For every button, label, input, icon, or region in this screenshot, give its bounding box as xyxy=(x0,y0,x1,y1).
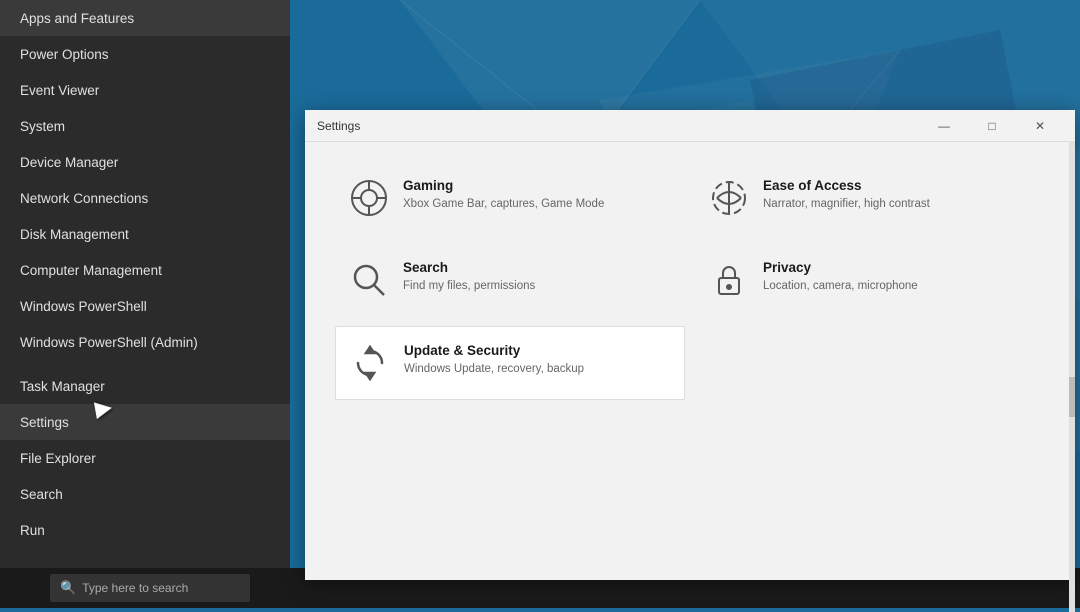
settings-text-search: Search Find my files, permissions xyxy=(403,260,535,294)
settings-item-gaming[interactable]: Gaming Xbox Game Bar, captures, Game Mode xyxy=(335,162,685,234)
maximize-button[interactable]: □ xyxy=(969,110,1015,142)
settings-text-ease-of-access: Ease of Access Narrator, magnifier, high … xyxy=(763,178,930,212)
settings-window: Settings — □ ✕ Gaming Xbox Game Bar, capt… xyxy=(305,110,1075,580)
minimize-button[interactable]: — xyxy=(921,110,967,142)
settings-title: Settings xyxy=(317,119,360,133)
menu-item-network-connections[interactable]: Network Connections xyxy=(0,180,290,216)
menu-item-label: Event Viewer xyxy=(20,83,99,98)
menu-item-disk-management[interactable]: Disk Management xyxy=(0,216,290,252)
settings-content: Gaming Xbox Game Bar, captures, Game Mode… xyxy=(305,142,1075,580)
scroll-thumb xyxy=(1069,377,1075,417)
ease-icon xyxy=(709,178,749,218)
settings-item-description: Narrator, magnifier, high contrast xyxy=(763,196,930,212)
search-icon: 🔍 xyxy=(60,580,76,596)
titlebar-controls: — □ ✕ xyxy=(921,110,1063,142)
settings-grid: Gaming Xbox Game Bar, captures, Game Mode… xyxy=(335,162,1045,400)
settings-item-description: Windows Update, recovery, backup xyxy=(404,361,584,377)
menu-item-label: Computer Management xyxy=(20,263,162,278)
menu-item-label: Power Options xyxy=(20,47,109,62)
scroll-indicator xyxy=(1069,142,1075,612)
settings-item-update-security[interactable]: Update & Security Windows Update, recover… xyxy=(335,326,685,400)
settings-item-search[interactable]: Search Find my files, permissions xyxy=(335,244,685,316)
settings-item-title: Gaming xyxy=(403,178,604,193)
menu-item-task-manager[interactable]: Task Manager xyxy=(0,368,290,404)
menu-item-settings[interactable]: Settings xyxy=(0,404,290,440)
menu-item-label: Windows PowerShell (Admin) xyxy=(20,335,198,350)
search-text: Type here to search xyxy=(82,581,188,595)
taskbar-search[interactable]: 🔍 Type here to search xyxy=(50,574,250,602)
menu-item-shut-down[interactable]: Shut down or sign out › xyxy=(0,556,290,568)
menu-item-event-viewer[interactable]: Event Viewer xyxy=(0,72,290,108)
menu-item-apps-features[interactable]: Apps and Features xyxy=(0,0,290,36)
settings-item-title: Privacy xyxy=(763,260,918,275)
menu-item-label: Disk Management xyxy=(20,227,129,242)
settings-item-description: Find my files, permissions xyxy=(403,278,535,294)
settings-item-description: Location, camera, microphone xyxy=(763,278,918,294)
settings-text-update-security: Update & Security Windows Update, recover… xyxy=(404,343,584,377)
menu-item-windows-powershell[interactable]: Windows PowerShell xyxy=(0,288,290,324)
settings-text-gaming: Gaming Xbox Game Bar, captures, Game Mode xyxy=(403,178,604,212)
context-menu: Apps and Features Power Options Event View… xyxy=(0,0,290,568)
menu-item-label: Task Manager xyxy=(20,379,105,394)
menu-item-label: File Explorer xyxy=(20,451,96,466)
menu-item-label: Shut down or sign out xyxy=(20,567,151,569)
privacy-icon xyxy=(709,260,749,300)
menu-item-label: System xyxy=(20,119,65,134)
chevron-right-icon: › xyxy=(266,567,270,568)
menu-item-power-options[interactable]: Power Options xyxy=(0,36,290,72)
search-icon xyxy=(349,260,389,300)
settings-item-privacy[interactable]: Privacy Location, camera, microphone xyxy=(695,244,1045,316)
settings-titlebar: Settings — □ ✕ xyxy=(305,110,1075,142)
close-button[interactable]: ✕ xyxy=(1017,110,1063,142)
gaming-icon xyxy=(349,178,389,218)
settings-item-title: Ease of Access xyxy=(763,178,930,193)
menu-item-label: Run xyxy=(20,523,45,538)
settings-item-description: Xbox Game Bar, captures, Game Mode xyxy=(403,196,604,212)
menu-item-label: Windows PowerShell xyxy=(20,299,147,314)
menu-item-search[interactable]: Search xyxy=(0,476,290,512)
menu-item-label: Device Manager xyxy=(20,155,118,170)
menu-item-label: Apps and Features xyxy=(20,11,134,26)
menu-item-windows-powershell-admin[interactable]: Windows PowerShell (Admin) xyxy=(0,324,290,360)
menu-item-run[interactable]: Run xyxy=(0,512,290,548)
menu-item-device-manager[interactable]: Device Manager xyxy=(0,144,290,180)
menu-item-system[interactable]: System xyxy=(0,108,290,144)
settings-text-privacy: Privacy Location, camera, microphone xyxy=(763,260,918,294)
menu-item-label: Settings xyxy=(20,415,69,430)
settings-item-ease-of-access[interactable]: Ease of Access Narrator, magnifier, high … xyxy=(695,162,1045,234)
settings-item-title: Update & Security xyxy=(404,343,584,358)
menu-item-file-explorer[interactable]: File Explorer xyxy=(0,440,290,476)
settings-item-title: Search xyxy=(403,260,535,275)
menu-item-computer-management[interactable]: Computer Management xyxy=(0,252,290,288)
update-icon xyxy=(350,343,390,383)
menu-item-label: Network Connections xyxy=(20,191,148,206)
menu-item-label: Search xyxy=(20,487,63,502)
